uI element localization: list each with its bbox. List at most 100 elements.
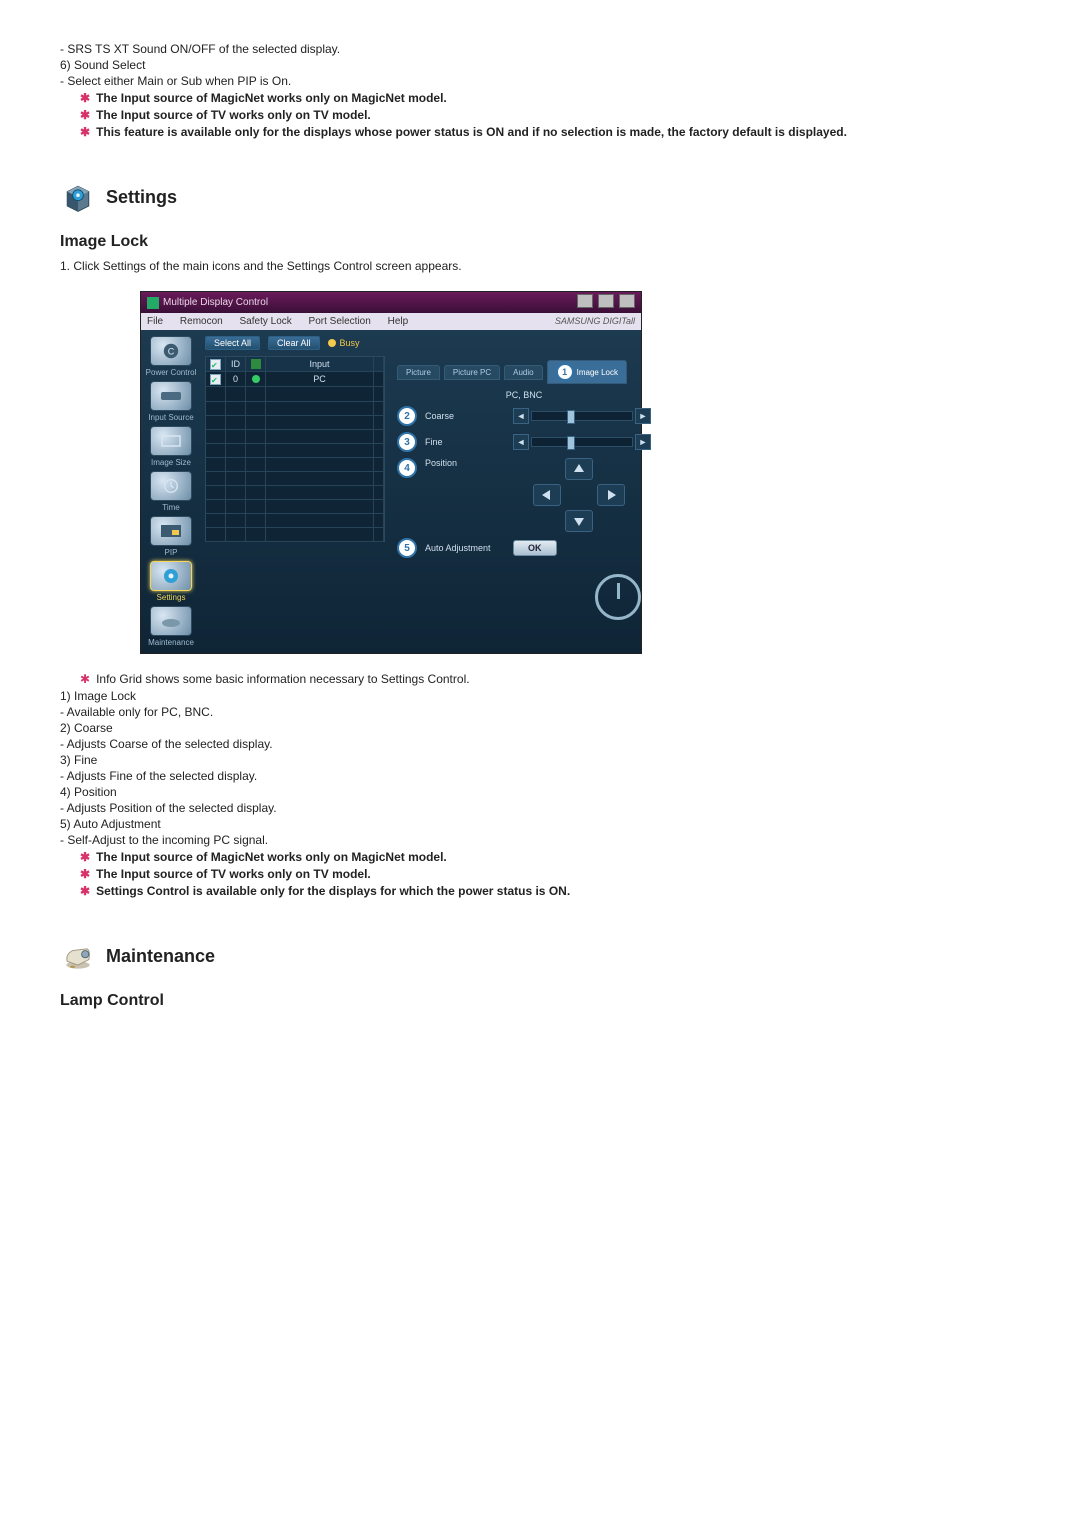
maintenance-heading: Maintenance: [106, 946, 215, 967]
header-checkbox[interactable]: [210, 359, 221, 370]
grid-row-empty: [206, 401, 384, 415]
arrow-right-icon[interactable]: ►: [635, 434, 651, 450]
position-dpad: [533, 458, 625, 532]
tab-picture-pc[interactable]: Picture PC: [444, 365, 500, 380]
settings-heading: Settings: [106, 187, 177, 208]
tabs-row: Picture Picture PC Audio 1Image Lock: [397, 360, 651, 384]
grid-row-empty: [206, 443, 384, 457]
star-note-power: This feature is available only for the d…: [80, 125, 1020, 139]
ok-button[interactable]: OK: [513, 540, 557, 556]
sidebar-label: Time: [162, 503, 179, 512]
input-source-icon: [150, 381, 192, 411]
item6-label: Sound Select: [74, 58, 145, 72]
after-item2-num: 2): [60, 721, 71, 735]
position-left-button[interactable]: [533, 484, 561, 506]
close-icon[interactable]: [619, 294, 635, 308]
maintenance-icon: [150, 606, 192, 636]
mdc-title: Multiple Display Control: [163, 297, 268, 308]
col-id: ID: [226, 357, 246, 372]
busy-label: Busy: [340, 338, 360, 348]
pip-icon: [150, 516, 192, 546]
position-label: Position: [425, 458, 505, 468]
after-item3: 3) Fine: [60, 753, 1020, 767]
panel-source-label: PC, BNC: [397, 390, 651, 400]
callout-1: 1: [556, 363, 574, 381]
menu-safety-lock[interactable]: Safety Lock: [240, 316, 292, 327]
after-item3-desc: - Adjusts Fine of the selected display.: [60, 769, 1020, 783]
after-item3-num: 3): [60, 753, 71, 767]
arrow-right-icon[interactable]: ►: [635, 408, 651, 424]
sidebar-item-input-source[interactable]: Input Source: [141, 381, 201, 422]
select-all-button[interactable]: Select All: [205, 336, 260, 350]
star-note-magicnet: The Input source of MagicNet works only …: [80, 91, 1020, 105]
maintenance-projector-icon: [60, 938, 96, 974]
coarse-label: Coarse: [425, 411, 505, 421]
menu-help[interactable]: Help: [388, 316, 409, 327]
fine-row: 3 Fine ◄ ►: [397, 432, 651, 452]
power-control-icon: C: [150, 336, 192, 366]
cell-input: PC: [266, 372, 374, 387]
slider-thumb[interactable]: [567, 436, 575, 450]
after-item1-desc: - Available only for PC, BNC.: [60, 705, 1020, 719]
after-item2-desc: - Adjusts Coarse of the selected display…: [60, 737, 1020, 751]
sidebar-label: PIP: [165, 548, 178, 557]
sidebar-item-pip[interactable]: PIP: [141, 516, 201, 557]
app-icon: [147, 297, 159, 309]
menu-port-selection[interactable]: Port Selection: [309, 316, 371, 327]
menu-remocon[interactable]: Remocon: [180, 316, 223, 327]
after-item4-label: Position: [74, 785, 117, 799]
maximize-icon[interactable]: [598, 294, 614, 308]
menu-file[interactable]: File: [147, 316, 163, 327]
minimize-icon[interactable]: [577, 294, 593, 308]
settings-cube-icon: [60, 179, 96, 215]
status-dot-icon: [252, 375, 260, 383]
grid-row-empty: [206, 527, 384, 541]
callout-3: 3: [397, 432, 417, 452]
image-lock-subhead: Image Lock: [60, 233, 1020, 251]
grid-row[interactable]: 0 PC: [206, 372, 384, 387]
sidebar-item-maintenance[interactable]: Maintenance: [141, 606, 201, 647]
grid-row-empty: [206, 457, 384, 471]
tab-audio[interactable]: Audio: [504, 365, 542, 380]
arrow-left-icon[interactable]: ◄: [513, 408, 529, 424]
slider-track[interactable]: [531, 411, 633, 421]
row-checkbox[interactable]: [210, 374, 221, 385]
slider-thumb[interactable]: [567, 410, 575, 424]
position-right-button[interactable]: [597, 484, 625, 506]
image-size-icon: [150, 426, 192, 456]
sidebar-label: Settings: [157, 593, 186, 602]
after-item4: 4) Position: [60, 785, 1020, 799]
step1-text: Click Settings of the main icons and the…: [73, 259, 461, 273]
settings-step1: 1. Click Settings of the main icons and …: [60, 259, 1020, 273]
power-indicator: [397, 564, 651, 626]
sidebar-item-image-size[interactable]: Image Size: [141, 426, 201, 467]
slider-track[interactable]: [531, 437, 633, 447]
auto-adjustment-label: Auto Adjustment: [425, 543, 505, 553]
after-item2: 2) Coarse: [60, 721, 1020, 735]
after-star-power: Settings Control is available only for t…: [80, 884, 1020, 898]
sidebar-label: Maintenance: [148, 638, 194, 647]
position-down-button[interactable]: [565, 510, 593, 532]
sidebar-item-settings[interactable]: Settings: [141, 561, 201, 602]
grid-row-empty: [206, 387, 384, 401]
mdc-main: Select All Clear All Busy ID: [201, 330, 659, 653]
auto-adjustment-row: 5 Auto Adjustment OK: [397, 538, 651, 558]
col-status-icon: [246, 357, 266, 372]
coarse-slider[interactable]: ◄ ►: [513, 408, 651, 424]
power-ring-icon: [595, 574, 641, 620]
busy-indicator: Busy: [328, 338, 360, 348]
arrow-left-icon[interactable]: ◄: [513, 434, 529, 450]
callout-2: 2: [397, 406, 417, 426]
fine-slider[interactable]: ◄ ►: [513, 434, 651, 450]
star-note-tv: The Input source of TV works only on TV …: [80, 108, 1020, 122]
position-up-button[interactable]: [565, 458, 593, 480]
tab-image-lock[interactable]: 1Image Lock: [547, 360, 627, 384]
sidebar-item-power-control[interactable]: C Power Control: [141, 336, 201, 377]
window-buttons[interactable]: [575, 294, 635, 311]
info-grid-note: Info Grid shows some basic information n…: [80, 672, 1020, 686]
mdc-titlebar: Multiple Display Control: [141, 292, 641, 313]
sidebar-item-time[interactable]: Time: [141, 471, 201, 512]
clear-all-button[interactable]: Clear All: [268, 336, 320, 350]
cell-id: 0: [226, 372, 246, 387]
tab-picture[interactable]: Picture: [397, 365, 440, 380]
